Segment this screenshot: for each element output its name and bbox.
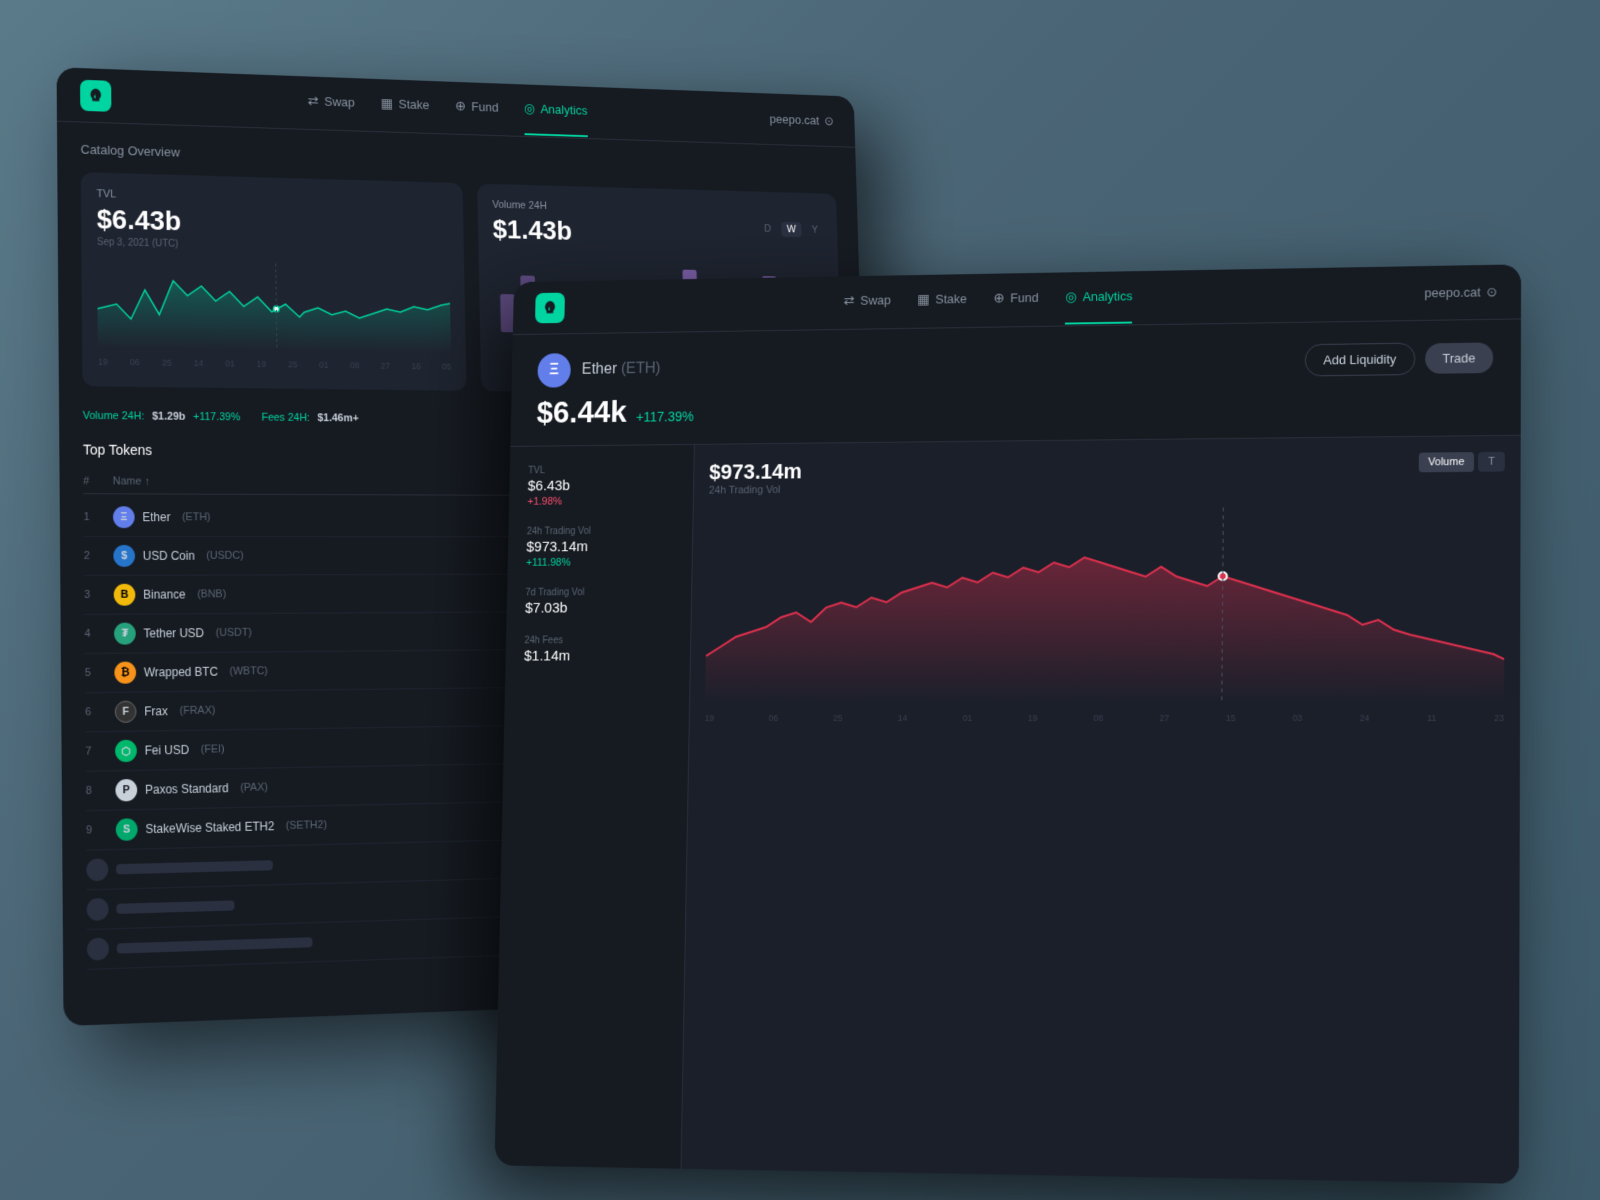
front-stake-icon: ▦: [917, 291, 930, 308]
token-icon-eth: Ξ: [113, 506, 135, 528]
tvl-chart-svg: [97, 260, 451, 354]
vol24h-stat-value: $973.14m: [526, 538, 673, 555]
nav-stake[interactable]: ▦ Stake: [381, 95, 430, 117]
ph-bar: [116, 900, 234, 914]
trade-button[interactable]: Trade: [1425, 342, 1494, 373]
ph-circle: [87, 898, 109, 921]
analytics-icon: ◎: [524, 100, 535, 116]
vol-week-btn[interactable]: W: [781, 222, 801, 237]
action-buttons: Add Liquidity Trade: [1305, 341, 1493, 376]
tvl-stat-change: +1.98%: [527, 495, 674, 508]
nav-items: ⇄ Catalog Overview Swap ▦ Stake ⊕ Fund ◎…: [142, 87, 742, 128]
token-icon-bnb: B: [114, 584, 136, 606]
vol-toggle-t[interactable]: T: [1478, 452, 1505, 472]
fund-icon: ⊕: [455, 98, 466, 114]
tvl-x-axis: 19 06 25 14 01 19 25 01 08 27 16 05: [98, 353, 451, 375]
vol24h-stat: 24h Trading Vol $973.14m +111.98%: [526, 526, 674, 569]
vol24h-stat-label: 24h Trading Vol: [527, 526, 674, 538]
token-price: $6.44k: [536, 394, 627, 430]
tvl-stat-value: $6.43b: [528, 477, 675, 495]
trading-chart-svg: [705, 505, 1505, 704]
vol-day-btn[interactable]: D: [759, 221, 777, 236]
nav-fund[interactable]: ⊕ Fund: [455, 98, 499, 119]
fees24h-stat-value: $1.14m: [524, 648, 672, 665]
ph-circle: [86, 858, 108, 881]
token-icon-frax: F: [115, 701, 137, 723]
token-icon-usdt: ₮: [114, 623, 136, 645]
stake-icon: ▦: [381, 95, 394, 112]
front-nav-stake[interactable]: ▦ Stake: [917, 290, 967, 311]
volume-controls: D W Y: [759, 221, 824, 237]
ph-bar: [117, 937, 313, 953]
front-logo[interactable]: [535, 292, 565, 323]
vol24h-stat-change: +111.98%: [526, 556, 673, 568]
token-icon-seth2: S: [116, 818, 138, 841]
tvl-stat-label: TVL: [528, 464, 675, 476]
token-icon-pax: P: [115, 779, 137, 802]
token-icon-wbtc: ₿: [114, 662, 136, 684]
front-nav-analytics[interactable]: ◎ Analytics: [1065, 288, 1132, 309]
eth-icon: Ξ: [537, 353, 571, 388]
chart-header-info: $973.14m 24h Trading Vol: [709, 452, 1505, 497]
vol-toggle: Volume T: [1418, 452, 1504, 473]
vol7d-stat: 7d Trading Vol $7.03b: [525, 587, 673, 616]
nav-user[interactable]: peepo.cat ⊙: [769, 111, 834, 128]
fees24h-stat: 24h Fees $1.14m: [524, 635, 672, 664]
front-x-axis: 19 06 25 14 01 19 08 27 15 03 24 11 23: [705, 709, 1504, 727]
token-title-row: Ξ Ether (ETH) Add Liquidity Trade: [537, 339, 1493, 387]
front-sidebar: TVL $6.43b +1.98% 24h Trading Vol $973.1…: [494, 445, 694, 1183]
fees24h-stat-label: 24h Fees: [524, 635, 671, 646]
token-change: +117.39%: [636, 409, 694, 425]
token-price-row: $6.44k +117.39%: [536, 383, 1493, 431]
nav-swap[interactable]: ⇄ Catalog Overview Swap: [308, 93, 355, 115]
token-title-left: Ξ Ether (ETH): [537, 352, 661, 388]
front-chart-area: $973.14m 24h Trading Vol Volume T: [681, 436, 1520, 1184]
nav-analytics[interactable]: ◎ Analytics: [524, 100, 588, 122]
user-icon: ⊙: [824, 113, 834, 128]
swap-icon: ⇄: [308, 93, 319, 110]
front-nav-fund[interactable]: ⊕ Fund: [993, 289, 1038, 310]
catalog-title: Catalog Overview: [81, 142, 836, 179]
token-icon-usdc: $: [113, 545, 135, 567]
ph-circle: [87, 938, 109, 961]
tvl-card: TVL $6.43b Sep 3, 2021 (UTC): [81, 172, 467, 391]
vol-toggle-volume[interactable]: Volume: [1418, 452, 1474, 472]
volume-value: $1.43b: [492, 214, 572, 246]
token-icon-fei: ⬡: [115, 740, 137, 762]
front-nav-user[interactable]: peepo.cat ⊙: [1424, 284, 1497, 301]
ph-bar: [116, 860, 273, 874]
front-analytics-icon: ◎: [1065, 289, 1077, 306]
token-header: Ξ Ether (ETH) Add Liquidity Trade $6.44k…: [510, 319, 1521, 447]
tvl-stat: TVL $6.43b +1.98%: [527, 464, 675, 507]
front-nav-swap[interactable]: ⇄ Swap: [843, 292, 891, 313]
front-fund-icon: ⊕: [993, 290, 1004, 307]
front-nav-items: ⇄ Swap ▦ Stake ⊕ Fund ◎ Analytics: [594, 283, 1393, 317]
vol7d-stat-label: 7d Trading Vol: [525, 587, 672, 598]
vol-year-btn[interactable]: Y: [806, 222, 823, 237]
add-liquidity-button[interactable]: Add Liquidity: [1305, 342, 1415, 376]
front-panel: ⇄ Swap ▦ Stake ⊕ Fund ◎ Analytics peepo.…: [494, 264, 1521, 1184]
front-swap-icon: ⇄: [844, 292, 855, 308]
logo[interactable]: [80, 79, 111, 111]
vol7d-stat-value: $7.03b: [525, 599, 672, 616]
front-main: TVL $6.43b +1.98% 24h Trading Vol $973.1…: [494, 436, 1520, 1184]
front-user-icon: ⊙: [1487, 284, 1498, 300]
